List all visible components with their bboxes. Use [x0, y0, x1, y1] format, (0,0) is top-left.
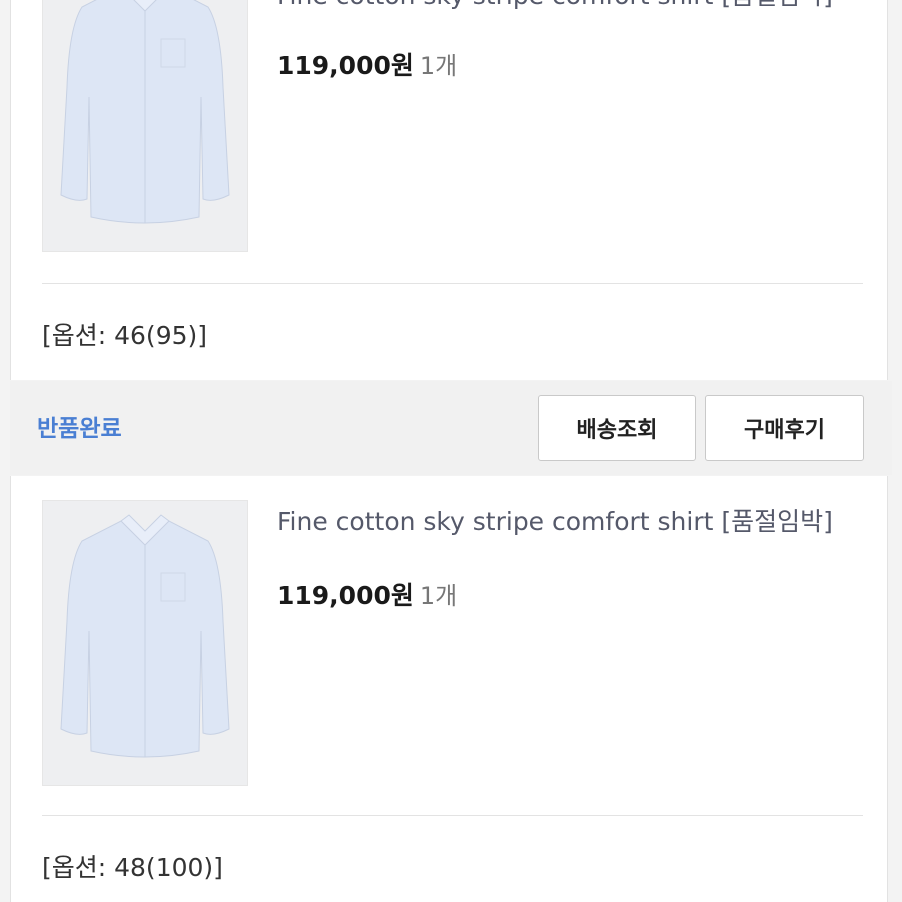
product-quantity: 1개	[419, 582, 458, 610]
price-line: 119,000원 1개	[277, 46, 457, 82]
product-image[interactable]	[42, 500, 248, 786]
divider	[42, 815, 863, 816]
order-item-card: Fine cotton sky stripe comfort shirt [품절…	[10, 0, 888, 380]
shirt-image	[43, 501, 247, 785]
product-quantity: 1개	[419, 52, 458, 80]
order-item-card: Fine cotton sky stripe comfort shirt [품절…	[10, 476, 888, 902]
product-title[interactable]: Fine cotton sky stripe comfort shirt [품절…	[277, 0, 857, 11]
track-shipping-button[interactable]: 배송조회	[538, 395, 696, 461]
shirt-image	[43, 0, 247, 251]
product-option: [옵션: 46(95)]	[42, 321, 208, 350]
product-title[interactable]: Fine cotton sky stripe comfort shirt [품절…	[277, 506, 857, 537]
divider	[42, 283, 863, 284]
product-option: [옵션: 48(100)]	[42, 853, 223, 882]
price-line: 119,000원 1개	[277, 576, 457, 612]
write-review-button[interactable]: 구매후기	[705, 395, 864, 461]
order-action-bar: 반품완료 배송조회 구매후기	[10, 381, 892, 475]
product-price: 119,000원	[277, 51, 414, 80]
product-price: 119,000원	[277, 581, 414, 610]
order-status: 반품완료	[37, 416, 122, 442]
product-image[interactable]	[42, 0, 248, 252]
